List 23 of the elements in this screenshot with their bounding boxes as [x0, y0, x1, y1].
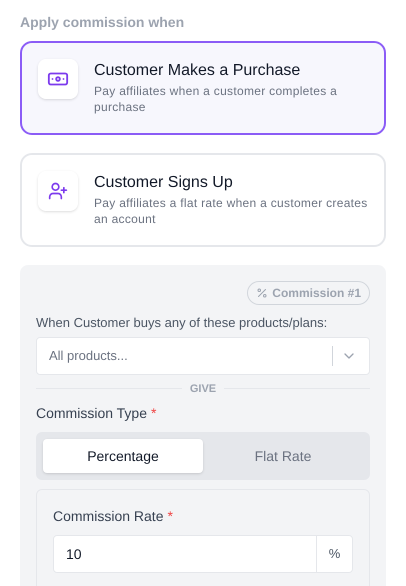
products-label: When Customer buys any of these products/plans: [36, 314, 328, 332]
select-placeholder: All products... [49, 346, 129, 365]
required-asterisk: * [167, 507, 173, 526]
field-label: Commission Type [36, 404, 148, 423]
rate-input-group[interactable]: 10 % [53, 535, 353, 573]
field-label: Commission Rate [53, 507, 164, 526]
unit-suffix: % [316, 536, 352, 572]
option-title: Customer Signs Up [94, 173, 234, 193]
user-plus-icon [48, 181, 68, 201]
trigger-option-card[interactable]: Customer Makes a Purchase Pay affiliates when a customer completes a purchase [20, 41, 386, 135]
percent-icon [256, 287, 268, 299]
option-title: Customer Makes a Purchase [94, 61, 302, 81]
products-select[interactable]: All products... [36, 336, 370, 374]
rate-input[interactable]: 10 [54, 536, 316, 572]
segment-tab[interactable]: Flat Rate [203, 439, 363, 473]
segment-tab[interactable]: Percentage [43, 439, 203, 473]
option-description: Pay affiliates a flat rate when a customer creates an account [94, 195, 368, 227]
divider-label: GIVE [190, 382, 216, 396]
trigger-option-card[interactable]: Customer Signs Up Pay affiliates a flat rate when a customer creates an account [20, 153, 386, 247]
required-asterisk: * [151, 404, 156, 423]
option-description: Pay affiliates when a customer completes a purchase [94, 83, 338, 115]
section-heading: Apply commission when [20, 13, 186, 32]
badge-label: Commission #1 [272, 285, 361, 302]
